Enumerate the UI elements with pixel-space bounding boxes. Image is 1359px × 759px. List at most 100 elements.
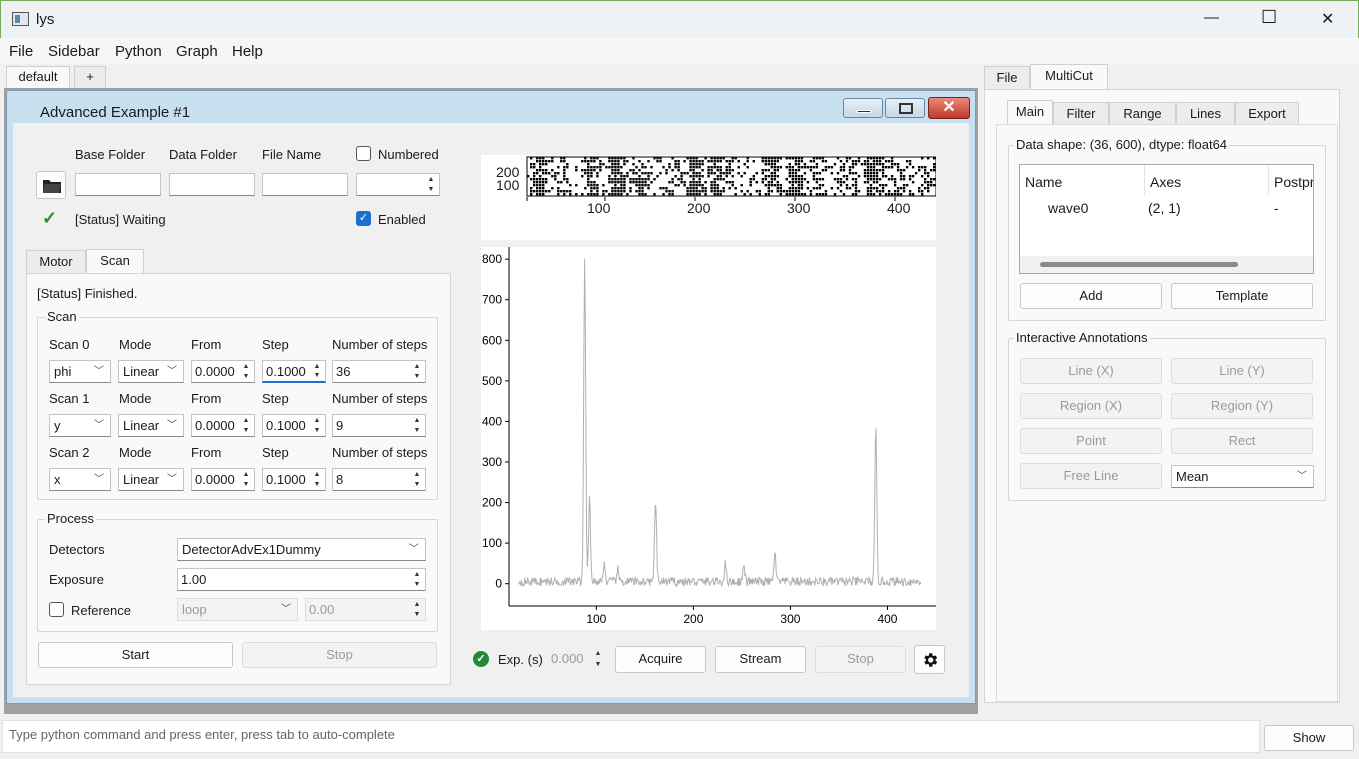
rect-button[interactable]: Rect [1171, 428, 1313, 454]
reference-mode-select[interactable]: loop ﹀ [177, 598, 298, 621]
acquire-button[interactable]: Acquire [615, 646, 706, 673]
base-folder-input[interactable] [75, 173, 161, 196]
reference-checkbox[interactable] [49, 602, 64, 617]
up-arrow-icon[interactable]: ▲ [411, 600, 423, 610]
table-scrollbar[interactable] [1020, 256, 1313, 273]
tab-mc-main[interactable]: Main [1007, 100, 1053, 126]
stream-button[interactable]: Stream [715, 646, 806, 673]
add-button[interactable]: Add [1020, 283, 1162, 309]
scan-n-spinbox[interactable]: 36 ▲ ▼ [332, 360, 426, 383]
scan-mode-select[interactable]: Linear ﹀ [118, 360, 184, 383]
menu-sidebar[interactable]: Sidebar [48, 43, 100, 60]
down-arrow-icon[interactable]: ▼ [411, 372, 423, 382]
down-arrow-icon[interactable]: ▼ [311, 426, 323, 436]
subwindow-minimize-button[interactable] [843, 98, 883, 118]
table-header-axes[interactable]: Axes [1150, 174, 1181, 190]
mean-select[interactable]: Mean ﹀ [1171, 465, 1314, 488]
reference-value-spinbox[interactable]: 0.00 ▲ ▼ [305, 598, 426, 621]
scan-from-spinbox[interactable]: 0.0000 ▲ ▼ [191, 414, 255, 437]
menu-help[interactable]: Help [232, 43, 263, 60]
up-arrow-icon[interactable]: ▲ [311, 416, 323, 426]
tab-side-file[interactable]: File [984, 66, 1030, 90]
free-line-button[interactable]: Free Line [1020, 463, 1162, 489]
python-command-input[interactable]: Type python command and press enter, pre… [2, 720, 1260, 753]
folder-open-button[interactable] [36, 171, 66, 199]
up-arrow-icon[interactable]: ▲ [411, 416, 423, 426]
acquire-stop-button[interactable]: Stop [815, 646, 906, 673]
data-folder-input[interactable] [169, 173, 255, 196]
down-arrow-icon[interactable]: ▼ [425, 185, 437, 195]
scan-from-spinbox[interactable]: 0.0000 ▲ ▼ [191, 360, 255, 383]
line-x-button[interactable]: Line (X) [1020, 358, 1162, 384]
stop-button[interactable]: Stop [242, 642, 437, 668]
up-arrow-icon[interactable]: ▲ [411, 470, 423, 480]
up-arrow-icon[interactable]: ▲ [425, 175, 437, 185]
tab-add[interactable]: + [74, 66, 106, 88]
down-arrow-icon[interactable]: ▼ [592, 660, 604, 671]
maximize-button[interactable]: ☐ [1261, 7, 1277, 28]
scan-step-spinbox[interactable]: 0.1000 ▲ ▼ [262, 468, 326, 491]
region-x-button[interactable]: Region (X) [1020, 393, 1162, 419]
table-header-postpr[interactable]: Postpr [1274, 174, 1313, 190]
scan-n-spinbox[interactable]: 8 ▲ ▼ [332, 468, 426, 491]
scan-n-spinbox[interactable]: 9 ▲ ▼ [332, 414, 426, 437]
tab-mc-range[interactable]: Range [1109, 102, 1176, 126]
scan-axis-select[interactable]: phi ﹀ [49, 360, 111, 383]
subwindow-close-button[interactable]: ✕ [928, 97, 970, 119]
scan-step-spinbox[interactable]: 0.1000 ▲ ▼ [262, 414, 326, 437]
tab-mc-lines[interactable]: Lines [1176, 102, 1235, 126]
tab-side-multicut[interactable]: MultiCut [1030, 64, 1108, 90]
up-arrow-icon[interactable]: ▲ [411, 362, 423, 372]
scan-from-spinbox[interactable]: 0.0000 ▲ ▼ [191, 468, 255, 491]
template-button[interactable]: Template [1171, 283, 1313, 309]
down-arrow-icon[interactable]: ▼ [240, 426, 252, 436]
down-arrow-icon[interactable]: ▼ [411, 610, 423, 620]
down-arrow-icon[interactable]: ▼ [311, 371, 323, 380]
scrollbar-handle[interactable] [1040, 262, 1238, 267]
region-y-button[interactable]: Region (Y) [1171, 393, 1313, 419]
tab-scan[interactable]: Scan [86, 249, 144, 275]
menu-python[interactable]: Python [115, 43, 162, 60]
start-button[interactable]: Start [38, 642, 233, 668]
scan-axis-select[interactable]: y ﹀ [49, 414, 111, 437]
exp-spinbox[interactable]: 0.000 ▲ ▼ [548, 648, 606, 671]
table-header-name[interactable]: Name [1025, 174, 1062, 190]
file-name-input[interactable] [262, 173, 348, 196]
down-arrow-icon[interactable]: ▼ [411, 580, 423, 590]
exposure-spinbox[interactable]: 1.00 ▲ ▼ [177, 568, 426, 591]
menu-graph[interactable]: Graph [176, 43, 218, 60]
table-row-name[interactable]: wave0 [1048, 200, 1088, 216]
up-arrow-icon[interactable]: ▲ [592, 649, 604, 660]
tab-default[interactable]: default [6, 66, 70, 88]
scan-axis-select[interactable]: x ﹀ [49, 468, 111, 491]
down-arrow-icon[interactable]: ▼ [240, 372, 252, 382]
up-arrow-icon[interactable]: ▲ [240, 362, 252, 372]
up-arrow-icon[interactable]: ▲ [411, 570, 423, 580]
numbered-spinbox[interactable]: ▲ ▼ [356, 173, 440, 196]
down-arrow-icon[interactable]: ▼ [240, 480, 252, 490]
up-arrow-icon[interactable]: ▲ [311, 470, 323, 480]
show-button[interactable]: Show [1264, 725, 1354, 751]
down-arrow-icon[interactable]: ▼ [411, 480, 423, 490]
tab-motor[interactable]: Motor [26, 250, 86, 274]
table-row-postpr[interactable]: - [1274, 200, 1279, 216]
subwindow-maximize-button[interactable] [885, 98, 925, 118]
detectors-select[interactable]: DetectorAdvEx1Dummy ﹀ [177, 538, 426, 561]
numbered-checkbox[interactable] [356, 146, 371, 161]
scan-mode-select[interactable]: Linear ﹀ [118, 414, 184, 437]
tab-mc-filter[interactable]: Filter [1053, 102, 1109, 126]
up-arrow-icon[interactable]: ▲ [311, 362, 323, 371]
table-row-axes[interactable]: (2, 1) [1148, 200, 1181, 216]
close-button[interactable]: ✕ [1321, 9, 1334, 29]
tab-mc-export[interactable]: Export [1235, 102, 1299, 126]
down-arrow-icon[interactable]: ▼ [311, 480, 323, 490]
up-arrow-icon[interactable]: ▲ [240, 470, 252, 480]
menu-file[interactable]: File [9, 43, 33, 60]
down-arrow-icon[interactable]: ▼ [411, 426, 423, 436]
settings-button[interactable] [914, 645, 945, 674]
line-y-button[interactable]: Line (Y) [1171, 358, 1313, 384]
point-button[interactable]: Point [1020, 428, 1162, 454]
scan-mode-select[interactable]: Linear ﹀ [118, 468, 184, 491]
scan-step-spinbox[interactable]: 0.1000 ▲ ▼ [262, 360, 326, 383]
up-arrow-icon[interactable]: ▲ [240, 416, 252, 426]
